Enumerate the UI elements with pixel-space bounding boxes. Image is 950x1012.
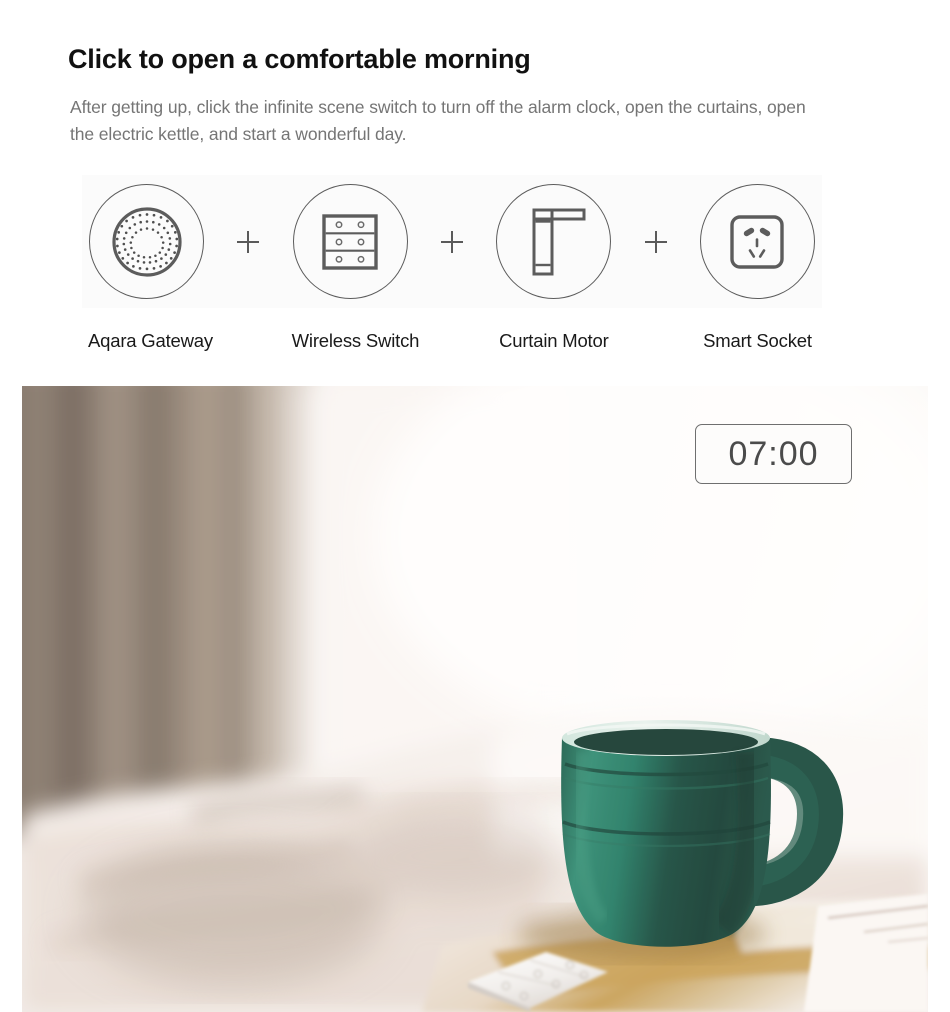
smart-socket-icon [699,184,815,299]
page-description: After getting up, click the infinite sce… [70,97,806,144]
gateway-icon [89,184,204,299]
device-item-curtain-motor[interactable] [495,183,612,300]
label-spacer-2 [441,330,463,364]
device-label-row: Aqara Gateway Wireless Switch Curtain Mo… [82,330,822,364]
device-item-smart-socket[interactable] [699,183,816,300]
alarm-clock-badge: 07:00 [695,424,852,484]
label-spacer-3 [645,330,667,364]
device-item-wireless-switch[interactable] [292,183,409,300]
device-item-aqara-gateway[interactable] [88,183,205,300]
plus-separator-2 [440,230,463,253]
plus-separator-3 [644,230,667,253]
device-label-smart-socket: Smart Socket [703,330,812,351]
plus-separator-1 [237,230,260,253]
page-title: Click to open a comfortable morning [68,44,531,74]
label-spacer-1 [237,330,259,364]
curtain-motor-icon [496,184,612,299]
device-list [82,175,822,308]
device-label-wireless-switch: Wireless Switch [291,330,420,351]
device-label-aqara-gateway: Aqara Gateway [88,330,213,351]
alarm-clock-time: 07:00 [728,435,819,473]
promo-page: Click to open a comfortable morning Afte… [0,0,950,1012]
device-label-curtain-motor: Curtain Motor [499,330,609,351]
wireless-switch-icon [292,184,408,299]
